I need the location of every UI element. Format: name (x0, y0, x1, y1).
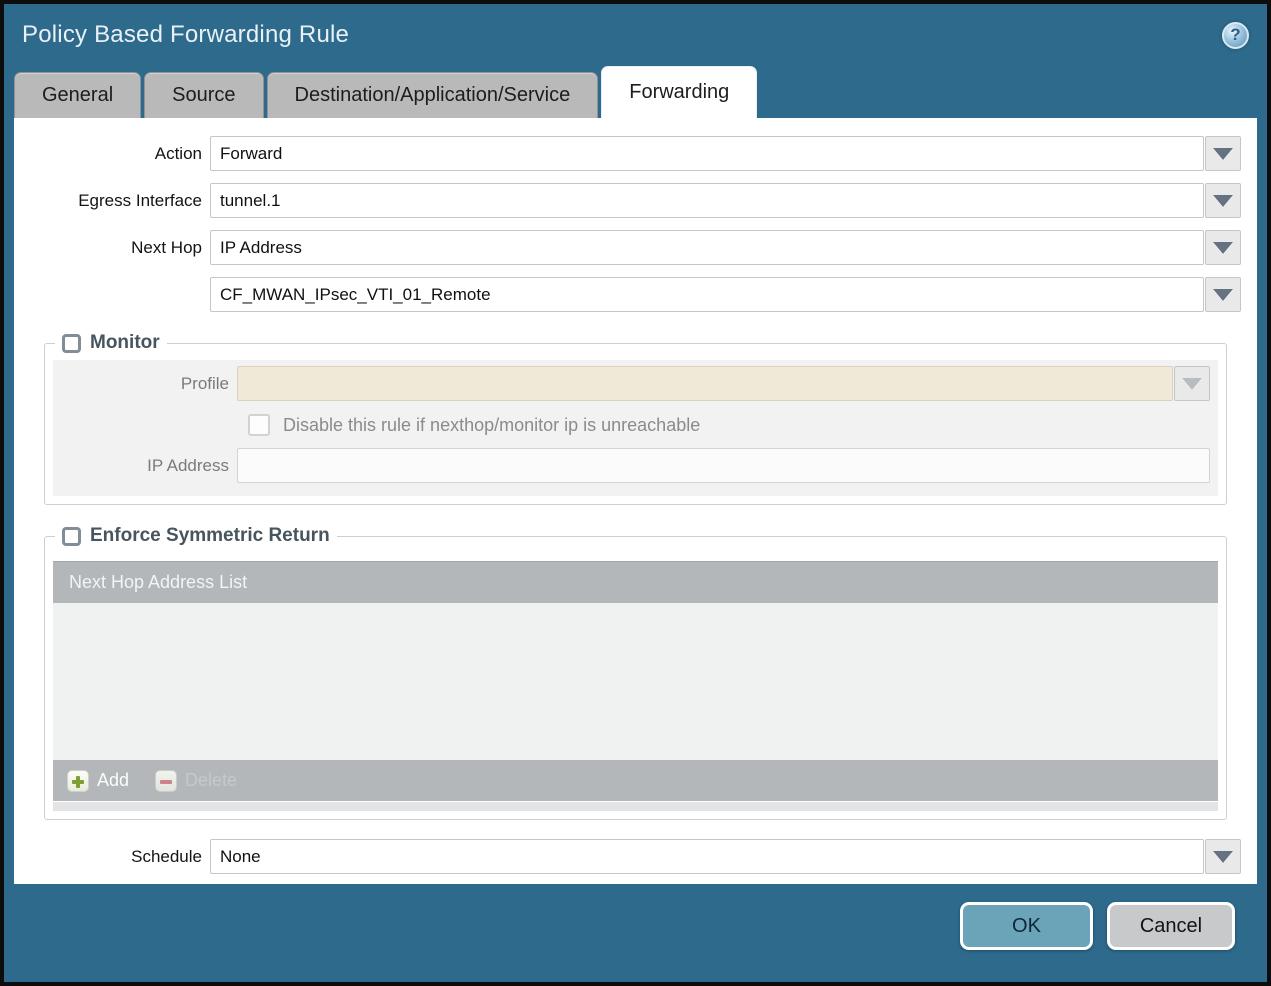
monitor-disable-rule-row: Disable this rule if nexthop/monitor ip … (248, 414, 1210, 436)
next-hop-address-table-toolbar: Add Delete (53, 760, 1218, 801)
next-hop-address-combo (210, 277, 1241, 312)
enforce-symmetric-return-legend: Enforce Symmetric Return (55, 525, 337, 547)
dialog-title: Policy Based Forwarding Rule (22, 21, 350, 48)
next-hop-combo (210, 230, 1241, 265)
next-hop-address-table-body[interactable] (53, 603, 1218, 760)
next-hop-type-input[interactable] (210, 230, 1204, 265)
monitor-ip-address-combo (237, 448, 1210, 483)
tab-bar: General Source Destination/Application/S… (4, 66, 1267, 118)
policy-based-forwarding-dialog: Policy Based Forwarding Rule ? General S… (0, 0, 1271, 986)
next-hop-label: Next Hop (131, 237, 202, 257)
enforce-symmetric-return-legend-label: Enforce Symmetric Return (90, 525, 330, 546)
minus-icon (155, 769, 178, 792)
monitor-ip-address-input (237, 448, 1210, 483)
chevron-down-icon (1213, 288, 1233, 301)
cancel-button[interactable]: Cancel (1107, 902, 1235, 950)
disable-rule-checkbox (248, 414, 270, 436)
next-hop-address-table: Next Hop Address List Add Delete (53, 561, 1218, 811)
enforce-symmetric-return-checkbox[interactable] (62, 526, 81, 546)
action-combo (210, 136, 1241, 171)
next-hop-address-input[interactable] (210, 277, 1204, 312)
monitor-ip-address-row: IP Address (53, 448, 1210, 483)
schedule-label: Schedule (131, 846, 202, 866)
next-hop-address-row (14, 277, 1241, 312)
egress-interface-combo (210, 183, 1241, 218)
monitor-ip-address-label: IP Address (147, 455, 229, 475)
action-dropdown-button[interactable] (1205, 136, 1241, 171)
schedule-row: Schedule (14, 839, 1241, 874)
egress-interface-input[interactable] (210, 183, 1204, 218)
dialog-footer: OK Cancel (4, 884, 1267, 982)
schedule-combo (210, 839, 1241, 874)
action-row: Action (14, 136, 1241, 171)
delete-button: Delete (155, 769, 238, 792)
egress-interface-row: Egress Interface (14, 183, 1241, 218)
table-resize-grip[interactable] (53, 802, 1218, 811)
monitor-profile-row: Profile (53, 366, 1210, 401)
monitor-group: Monitor Profile Disable this rule if nex… (44, 332, 1227, 505)
monitor-profile-dropdown-button (1174, 366, 1210, 401)
delete-button-label: Delete (185, 770, 238, 790)
monitor-legend: Monitor (55, 332, 167, 354)
plus-icon (67, 769, 89, 792)
tab-source[interactable]: Source (144, 72, 264, 118)
tab-general[interactable]: General (14, 72, 142, 118)
add-button[interactable]: Add (67, 769, 130, 792)
egress-interface-dropdown-button[interactable] (1205, 183, 1241, 218)
action-label: Action (154, 143, 202, 163)
chevron-down-icon (1213, 850, 1233, 863)
monitor-checkbox[interactable] (62, 333, 81, 353)
schedule-input[interactable] (210, 839, 1204, 874)
egress-interface-label: Egress Interface (78, 190, 202, 210)
monitor-profile-input (237, 366, 1173, 401)
chevron-down-icon (1182, 377, 1202, 390)
monitor-legend-label: Monitor (90, 332, 160, 353)
tab-content-forwarding: Action Egress Interface Next Hop (14, 118, 1257, 884)
tab-forwarding[interactable]: Forwarding (601, 66, 758, 118)
chevron-down-icon (1213, 241, 1233, 254)
add-button-label: Add (97, 770, 130, 790)
next-hop-dropdown-button[interactable] (1205, 230, 1241, 265)
next-hop-address-table-header: Next Hop Address List (53, 561, 1218, 603)
monitor-panel: Profile Disable this rule if nexthop/mon… (53, 360, 1218, 496)
chevron-down-icon (1213, 147, 1233, 160)
disable-rule-label: Disable this rule if nexthop/monitor ip … (283, 414, 701, 435)
next-hop-row: Next Hop (14, 230, 1241, 265)
schedule-dropdown-button[interactable] (1205, 839, 1241, 874)
dialog-titlebar: Policy Based Forwarding Rule ? (4, 4, 1267, 66)
monitor-profile-label: Profile (180, 373, 229, 393)
enforce-symmetric-return-group: Enforce Symmetric Return Next Hop Addres… (44, 525, 1227, 820)
ok-button[interactable]: OK (960, 902, 1093, 950)
monitor-profile-combo (237, 366, 1210, 401)
next-hop-address-dropdown-button[interactable] (1205, 277, 1241, 312)
chevron-down-icon (1213, 194, 1233, 207)
action-input[interactable] (210, 136, 1204, 171)
tab-destination-application-service[interactable]: Destination/Application/Service (266, 72, 599, 118)
help-icon[interactable]: ? (1222, 21, 1249, 49)
